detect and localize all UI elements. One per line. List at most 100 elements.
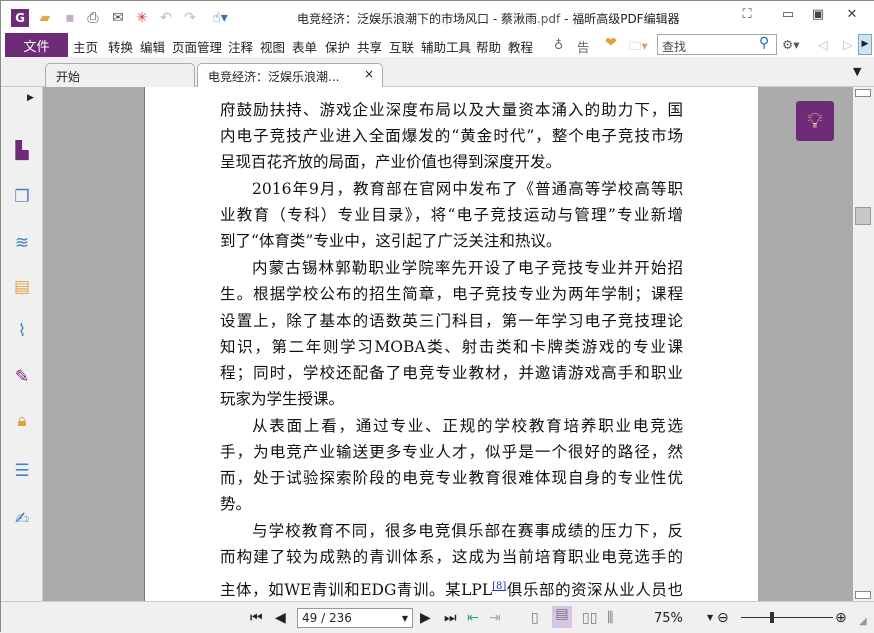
certify-icon[interactable]: ✍ [11, 509, 33, 531]
text-line: 生。根据学校公布的招生简章，电子竞技专业为两年学制；课程 [220, 285, 683, 303]
tab-list-dropdown-icon[interactable]: ▼ [853, 65, 861, 78]
undo-icon[interactable]: ↶ [157, 9, 175, 27]
next-view-icon[interactable]: ⇥ [489, 610, 501, 626]
text-line: 程；同时，学校还配备了电竞专业教材，并邀请游戏高手和职业 [220, 364, 683, 382]
vertical-scrollbar[interactable] [853, 87, 874, 601]
favorite-icon[interactable]: ❤ [605, 35, 617, 51]
scroll-down-button[interactable] [855, 591, 871, 599]
zoom-out-icon[interactable]: ⊖ [717, 610, 729, 626]
menu-file[interactable]: 文件 [5, 33, 68, 57]
security-lock-icon[interactable]: 🔒︎ [11, 411, 33, 433]
scroll-right-icon[interactable]: ▷ [843, 37, 853, 52]
text-line: 到了“体育类”专业中，这引起了广泛关注和热议。 [220, 232, 562, 250]
tab-start[interactable]: 开始 [45, 63, 195, 87]
ribbon-expand-button[interactable]: ▶ [858, 34, 872, 55]
new-document-icon[interactable]: ✳ [133, 9, 151, 27]
text-line: 而构建了较为成熟的青训体系，这成为当前培育职业电竞选手的 [220, 548, 683, 566]
next-page-button[interactable]: ▶ [420, 610, 431, 626]
zoom-slider[interactable] [741, 617, 833, 618]
text-segment: 俱乐部的资深从业人员也 [506, 581, 683, 600]
tab-bar: 开始 电竞经济：泛娱乐浪潮... × ▼ [1, 57, 874, 87]
pages-icon[interactable]: ❐ [11, 187, 33, 209]
text-line: 从表面上看，通过专业、正规的学校教育培养职业电竞选 [252, 417, 683, 435]
lightbulb-icon[interactable]: ♁ [554, 37, 563, 52]
window-title: 电竞经济：泛娱乐浪潮下的市场风口 - 蔡湫雨.pdf - 福昕高级PDF编辑器 [297, 12, 680, 26]
search-icon[interactable]: ⚲ [759, 35, 769, 51]
zoom-dropdown-icon[interactable]: ▼ [707, 613, 713, 622]
folder-search-icon[interactable]: 🗀▾ [629, 37, 648, 58]
menu-page-management[interactable]: 页面管理 [172, 37, 222, 56]
continuous-facing-icon[interactable]: ⫼ [607, 610, 613, 626]
ribbon-menu: 文件 主页 转换 编辑 页面管理 注释 视图 表单 保护 共享 互联 辅助工具 … [1, 33, 874, 74]
attachments-icon[interactable]: ⌇ [11, 321, 33, 343]
email-icon[interactable]: ✉ [109, 9, 127, 27]
maximize-button[interactable]: ▣ [807, 7, 829, 25]
zoom-level[interactable]: 75% [654, 611, 683, 626]
navigation-sidebar: ▶ ▙ ❐ ≋ ▤ ⌇ ✎ 🔒︎ ☰ ✍ [1, 87, 43, 601]
tab-label: 电竞经济：泛娱乐浪潮... [208, 70, 340, 84]
menu-help[interactable]: 帮助 [476, 37, 501, 56]
close-button[interactable]: ✕ [841, 7, 863, 25]
text-line: 手，为电竞产业输送更多专业人才，似乎是一个很好的路径，然 [220, 443, 683, 461]
last-page-button[interactable]: ⏭ [444, 610, 457, 626]
layers-icon[interactable]: ≋ [11, 233, 33, 255]
menu-tutorial[interactable]: 教程 [508, 37, 533, 56]
menu-home[interactable]: 主页 [73, 37, 98, 56]
menu-protect[interactable]: 保护 [325, 37, 350, 56]
expand-panel-icon[interactable]: ▶ [27, 93, 34, 103]
facing-pages-icon[interactable]: ▯▯ [582, 610, 597, 626]
text-line: 与学校教育不同，很多电竞俱乐部在赛事成绩的压力下，反 [252, 522, 683, 540]
menu-share[interactable]: 共享 [357, 37, 382, 56]
comments-icon[interactable]: ▤ [11, 277, 33, 299]
document-view[interactable]: 府鼓励扶持、游戏企业深度布局以及大量资本涌入的助力下，国 内电子竞技产业进入全面爆… [43, 87, 853, 601]
scrollbar-thumb[interactable] [855, 207, 871, 225]
menu-view[interactable]: 视图 [260, 37, 285, 56]
text-line: 玩家为学生授课。 [220, 390, 345, 408]
menu-edit[interactable]: 编辑 [140, 37, 165, 56]
form-fields-icon[interactable]: ☰ [11, 461, 33, 483]
scroll-up-button[interactable] [855, 89, 871, 97]
open-folder-icon[interactable]: ▰ [36, 9, 54, 27]
text-line: 业教育（专科）专业目录》，将“电子竞技运动与管理”专业新增 [220, 206, 683, 224]
page-number-input[interactable]: 49 / 236 ▼ [297, 608, 413, 628]
menu-form[interactable]: 表单 [292, 37, 317, 56]
settings-icon[interactable]: ⚙▾ [782, 37, 799, 52]
text-line: 2016年9月，教育部在官网中发布了《普通高等学校高等职 [252, 180, 683, 198]
text-line: 知识，第二年则学习MOBA类、射击类和卡牌类游戏的专业课 [220, 338, 683, 356]
text-line: 内电子竞技产业进入全面爆发的“黄金时代”，整个电子竞技市场 [220, 127, 683, 145]
text-line: 而，处于试验探索阶段的电竞专业教育很难体现自身的专业性优 [220, 469, 683, 487]
status-bar: ⏮ ◀ 49 / 236 ▼ ▶ ⏭ ⇤ ⇥ ▯ ▤ ▯▯ ⫼ 75% ▼ ⊖ ⊕… [1, 601, 874, 633]
print-icon[interactable]: ⎙ [84, 9, 102, 27]
previous-page-button[interactable]: ◀ [275, 610, 286, 626]
hand-tool-icon[interactable]: ☝▾ [205, 9, 235, 27]
pdf-page: 府鼓励扶持、游戏企业深度布局以及大量资本涌入的助力下，国 内电子竞技产业进入全面爆… [144, 87, 758, 601]
redo-icon[interactable]: ↷ [181, 9, 199, 27]
tab-label: 开始 [56, 70, 81, 84]
fullscreen-icon[interactable]: ⛶ [736, 7, 758, 25]
menu-comment[interactable]: 注释 [228, 37, 253, 56]
close-tab-icon[interactable]: × [364, 67, 374, 81]
resize-grip-icon[interactable]: ◢ [859, 616, 867, 627]
footnote-link[interactable]: [8] [492, 581, 506, 592]
text-line: 内蒙古锡林郭勒职业学院率先开设了电子竞技专业并开始招 [252, 259, 683, 277]
signature-icon[interactable]: ✎ [11, 367, 33, 389]
tips-lightbulb-button[interactable]: 💡︎ [796, 101, 834, 141]
text-line: 设置上，除了基本的语数英三门科目，第一年学习电子竞技理论 [220, 312, 683, 330]
previous-view-icon[interactable]: ⇤ [467, 610, 479, 626]
zoom-slider-thumb[interactable] [770, 612, 774, 623]
text-segment: 主体，如WE青训和EDG青训。某LPL [220, 581, 493, 600]
first-page-button[interactable]: ⏮ [250, 610, 263, 626]
continuous-page-icon[interactable]: ▤ [552, 606, 572, 628]
menu-accessibility[interactable]: 辅助工具 [421, 37, 471, 56]
tab-document[interactable]: 电竞经济：泛娱乐浪潮... × [197, 63, 383, 87]
save-icon[interactable]: ▪ [61, 9, 79, 27]
page-thumbnails-icon[interactable]: ▙ [11, 141, 33, 163]
zoom-in-icon[interactable]: ⊕ [835, 610, 847, 626]
single-page-icon[interactable]: ▯ [531, 610, 539, 626]
minimize-button[interactable]: ▭ [777, 7, 799, 25]
scroll-left-icon[interactable]: ◁ [818, 37, 828, 52]
text-line: 势。 [220, 495, 252, 513]
menu-convert[interactable]: 转换 [108, 37, 133, 56]
app-logo-icon: G [11, 9, 29, 27]
menu-connect[interactable]: 互联 [389, 37, 414, 56]
